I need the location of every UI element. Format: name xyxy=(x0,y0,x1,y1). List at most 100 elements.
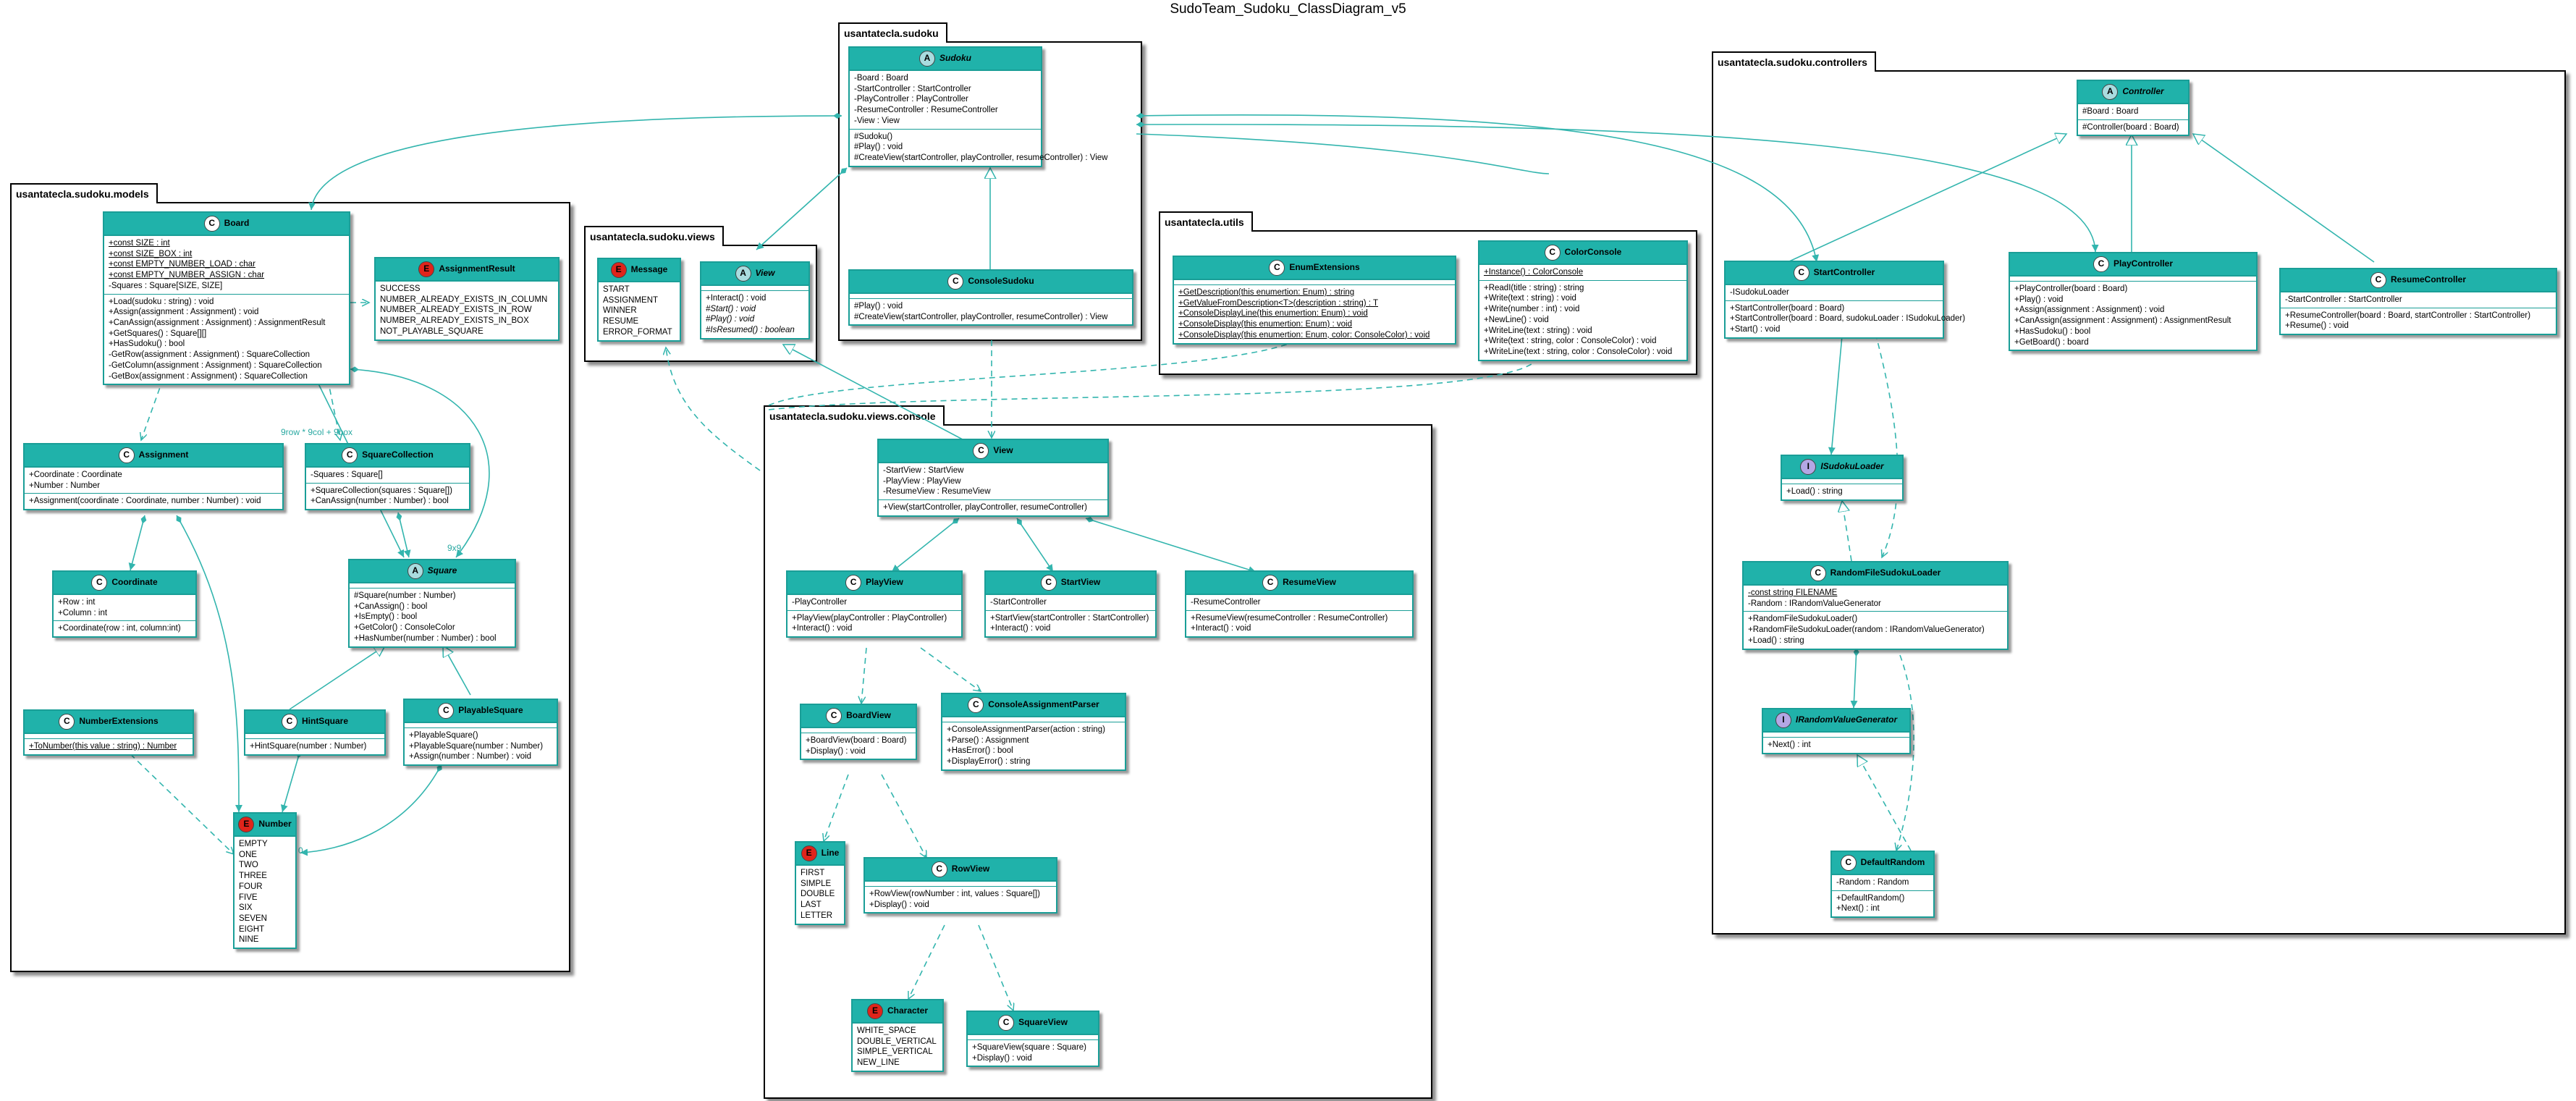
class-header: C Assignment xyxy=(25,444,282,468)
class-header: C Coordinate xyxy=(54,572,195,595)
class-enumextensions[interactable]: C EnumExtensions +GetDescription(this enum… xyxy=(1173,256,1456,345)
class-name: View xyxy=(993,445,1013,456)
class-field: ASSIGNMENT xyxy=(603,295,659,305)
stereotype-c-icon: C xyxy=(947,274,964,290)
stereotype-c-icon: C xyxy=(1793,265,1809,281)
class-fields: +Row : int +Column : int xyxy=(54,595,195,620)
class-assignmentresult[interactable]: E AssignmentResult SUCCESS NUMBER_ALREADY_E… xyxy=(374,257,559,341)
class-number[interactable]: E Number EMPTY ONE TWO THREE FOUR FIVE SIX SEVEN E… xyxy=(233,812,297,950)
class-header: A Controller xyxy=(2078,81,2188,104)
class-methods: +ToNumber(this value : string) : Number xyxy=(25,738,193,754)
class-method: +PlayableSquare(number : Number) xyxy=(409,741,544,751)
class-coordinate[interactable]: C Coordinate +Row : int +Column : int +Coord… xyxy=(52,570,197,638)
class-isudokuloader[interactable]: I ISudokuLoader +Load() : string xyxy=(1781,455,1904,501)
class-fields: +const SIZE : int +const SIZE_BOX : int +c… xyxy=(104,236,349,294)
class-header: A Square xyxy=(350,560,515,583)
class-view-console[interactable]: C View -StartView : StartView -PlayView : P… xyxy=(877,439,1109,517)
class-field: -ResumeController xyxy=(1191,598,1261,607)
class-method: +StartView(startController : StartContro… xyxy=(990,613,1149,623)
class-method: +Display() : void xyxy=(972,1053,1032,1063)
class-field: -ResumeView : ResumeView xyxy=(883,487,991,497)
class-resumeview[interactable]: C ResumeView -ResumeController +ResumeView(… xyxy=(1185,570,1414,638)
class-field: ERROR_FORMAT xyxy=(603,327,672,337)
class-field: -Random : Random xyxy=(1836,878,1909,887)
stereotype-e-icon: E xyxy=(610,262,627,278)
class-field: NUMBER_ALREADY_EXISTS_IN_BOX xyxy=(380,316,529,326)
class-method: +PlayView(playController : PlayControlle… xyxy=(792,613,947,623)
class-rowview[interactable]: C RowView +RowView(rowNumber : int, values… xyxy=(863,857,1057,914)
edge-defaultrandom-irandom xyxy=(1857,755,1912,851)
class-name: RowView xyxy=(951,864,990,874)
class-fields: -StartController : StartController xyxy=(2281,292,2556,308)
class-field: NINE xyxy=(239,935,259,945)
class-hintsquare[interactable]: C HintSquare +HintSquare(number : Number) xyxy=(244,709,386,756)
class-name: Coordinate xyxy=(111,577,158,588)
class-header: C Board xyxy=(104,213,349,236)
class-view-abstract[interactable]: A View +Interact() : void #Start() : void #P… xyxy=(700,261,810,339)
class-field: -View : View xyxy=(854,116,900,125)
class-method: +Start() : void xyxy=(1730,325,1781,334)
class-message[interactable]: E Message START ASSIGNMENT WINNER RESUME ERROR… xyxy=(597,258,681,342)
class-method: -GetBox(assignment : Assignment) : Squar… xyxy=(109,371,308,381)
class-field: +const SIZE : int xyxy=(109,239,170,248)
class-method: +Interact() : void xyxy=(1191,624,1251,633)
class-method: +Write(text : string, color : ConsoleCol… xyxy=(1484,337,1657,346)
class-boardview[interactable]: C BoardView +BoardView(board : Board) +Disp… xyxy=(800,704,917,761)
class-method: +GetDescription(this enumertion: Enum) :… xyxy=(1178,288,1355,297)
class-method: +GetSquares() : Square[][] xyxy=(109,329,207,338)
class-methods: +SquareView(square : Square) +Display() :… xyxy=(968,1039,1098,1066)
class-resumecontroller[interactable]: C ResumeController -StartController : Star… xyxy=(2279,268,2557,336)
class-numberextensions[interactable]: C NumberExtensions +ToNumber(this value : … xyxy=(23,709,194,756)
class-sudoku[interactable]: A Sudoku -Board : Board -StartController : … xyxy=(848,46,1107,167)
class-board[interactable]: C Board +const SIZE : int +const SIZE_BOX :… xyxy=(103,211,350,386)
class-methods: +ConsoleAssignmentParser(action : string… xyxy=(942,722,1125,769)
class-header: E Message xyxy=(599,259,680,282)
class-method: -GetColumn(assignment : Assignment) : Sq… xyxy=(109,360,322,370)
class-playablesquare[interactable]: C PlayableSquare +PlayableSquare() +Playabl… xyxy=(403,699,558,767)
class-method: #Play() : void xyxy=(854,143,903,152)
edge-sudoku-board xyxy=(308,113,843,211)
edge-randomloader-irandom xyxy=(1850,647,1859,709)
class-name: Square xyxy=(427,565,457,576)
class-method: +IsEmpty() : bool xyxy=(354,612,418,622)
class-method: +Display() : void xyxy=(806,746,866,756)
class-line[interactable]: E Line FIRST SIMPLE DOUBLE LAST LETTER xyxy=(795,841,845,925)
class-square[interactable]: A Square #Square(number : Number) +CanAssig… xyxy=(348,559,516,648)
class-method: +ConsoleDisplayLine(this enumertion: Enu… xyxy=(1178,309,1368,319)
class-name: Assignment xyxy=(138,450,189,460)
class-playcontroller[interactable]: C PlayController +PlayController(board : B… xyxy=(2009,252,2258,352)
class-field: -PlayController : PlayController xyxy=(854,95,968,104)
class-header: C EnumExtensions xyxy=(1174,257,1455,280)
class-randomfilesudokuloader[interactable]: C RandomFileSudokuLoader -const string FIL… xyxy=(1742,561,2009,650)
class-method: +ConsoleDisplay(this enumertion: Enum, c… xyxy=(1178,330,1430,339)
class-name: Board xyxy=(224,218,250,229)
class-field: FIRST xyxy=(801,869,825,877)
class-consoleassignmentparser[interactable]: C ConsoleAssignmentParser +ConsoleAssignme… xyxy=(941,693,1126,771)
relations-layer xyxy=(122,112,2375,1101)
class-squarecollection[interactable]: C SquareCollection -Squares : Square[] +Squ… xyxy=(305,443,470,511)
class-consolesudoku[interactable]: C ConsoleSudoku #Play() : void #CreateView(… xyxy=(848,269,1133,326)
class-method: +RandomFileSudokuLoader(random : IRandom… xyxy=(1748,625,1985,635)
class-irandomvaluegenerator[interactable]: I IRandomValueGenerator +Next() : int xyxy=(1762,708,1911,754)
class-method: +HasSudoku() : bool xyxy=(109,339,185,349)
stereotype-c-icon: C xyxy=(203,216,220,232)
class-squareview[interactable]: C SquareView +SquareView(square : Square) +… xyxy=(966,1011,1099,1068)
class-method: +StartController(board : Board, sudokuLo… xyxy=(1730,314,1966,324)
class-character[interactable]: E Character WHITE_SPACE DOUBLE_VERTICAL SIMP… xyxy=(851,999,944,1072)
class-playview[interactable]: C PlayView -PlayController +PlayView(playCo… xyxy=(786,570,963,638)
class-method: +Interact() : void xyxy=(706,294,767,303)
class-defaultrandom[interactable]: C DefaultRandom -Random : Random +DefaultRa… xyxy=(1830,851,1935,919)
stereotype-c-icon: C xyxy=(973,443,989,459)
class-controller[interactable]: A Controller #Board : Board #Controller(boa… xyxy=(2077,80,2189,137)
class-method: +Assignment(coordinate : Coordinate, num… xyxy=(29,497,261,506)
class-startview[interactable]: C StartView -StartController +StartView(sta… xyxy=(984,570,1157,638)
class-colorconsole[interactable]: C ColorConsole +Instance() : ColorConsole +… xyxy=(1478,240,1688,361)
class-method: +PlayableSquare() xyxy=(409,731,478,740)
class-field: +Column : int xyxy=(58,608,108,617)
class-method: +HasError() : bool xyxy=(947,746,1013,756)
class-field: -StartView : StartView xyxy=(883,466,964,475)
stereotype-c-icon: C xyxy=(2093,256,2109,272)
class-method: +SquareCollection(squares : Square[]) xyxy=(311,486,452,495)
class-assignment[interactable]: C Assignment +Coordinate : Coordinate +Numb… xyxy=(23,443,284,511)
class-startcontroller[interactable]: C StartController -ISudokuLoader +StartCont… xyxy=(1724,261,1966,339)
